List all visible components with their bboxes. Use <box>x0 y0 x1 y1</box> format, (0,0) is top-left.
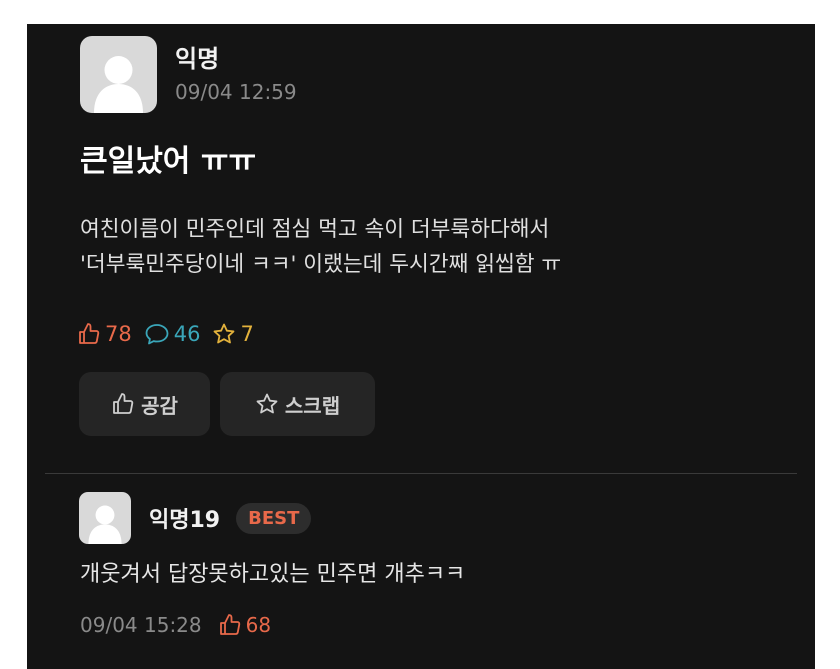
post-body-line: 여친이름이 민주인데 점심 먹고 속이 더부룩하다해서 <box>80 217 550 242</box>
speech-bubble-icon <box>145 324 169 345</box>
star-icon <box>214 323 235 344</box>
post-timestamp: 09/04 12:59 <box>175 79 297 104</box>
like-button[interactable]: 공감 <box>79 372 210 436</box>
comment-header: 익명19 BEST <box>79 492 312 544</box>
scrap-button[interactable]: 스크랩 <box>220 372 375 436</box>
comment-author-name: 익명19 <box>149 508 221 533</box>
thumbs-up-icon <box>219 614 240 635</box>
comment-text: 개웃겨서 답장못하고있는 민주면 개추ㅋㅋ <box>80 562 466 587</box>
comment-meta: 09/04 15:28 68 <box>80 613 271 637</box>
post-stats: 78 46 7 <box>77 322 266 346</box>
post-body-line: '더부룩민주당이네 ㅋㅋ' 이랬는데 두시간째 읽씹함 ㅠ <box>80 252 562 277</box>
comment-like-count: 68 <box>245 613 272 637</box>
divider <box>45 473 797 474</box>
scrap-count-value: 7 <box>240 322 254 346</box>
author-block: 익명 09/04 12:59 <box>175 44 297 106</box>
best-badge: BEST <box>236 502 312 534</box>
scrap-button-label: 스크랩 <box>284 393 341 418</box>
like-count-value: 78 <box>105 322 132 346</box>
author-avatar[interactable] <box>80 36 157 113</box>
comment-timestamp: 09/04 15:28 <box>80 613 202 637</box>
post-title: 큰일났어 ㅠㅠ <box>80 144 257 179</box>
thumbs-up-icon <box>79 323 100 344</box>
thumbs-up-icon <box>113 393 134 414</box>
star-icon <box>256 393 278 414</box>
anonymous-avatar-icon <box>88 505 122 544</box>
post-header: 익명 09/04 12:59 <box>80 36 297 113</box>
comment-author-avatar[interactable] <box>79 492 131 544</box>
author-name: 익명 <box>175 44 220 73</box>
comment-like-button[interactable]: 68 <box>218 613 271 637</box>
post-body: 여친이름이 민주인데 점심 먹고 속이 더부룩하다해서 '더부룩민주당이네 ㅋㅋ… <box>80 212 780 282</box>
like-button-label: 공감 <box>141 393 178 418</box>
post-actions: 공감 스크랩 <box>79 372 385 436</box>
post-screen: 익명 09/04 12:59 큰일났어 ㅠㅠ 여친이름이 민주인데 점심 먹고 … <box>27 24 815 669</box>
scrap-count: 7 <box>212 322 254 346</box>
like-count: 78 <box>77 322 132 346</box>
anonymous-avatar-icon <box>94 56 143 113</box>
comment-count-value: 46 <box>173 322 201 346</box>
comment-count: 46 <box>144 322 201 346</box>
